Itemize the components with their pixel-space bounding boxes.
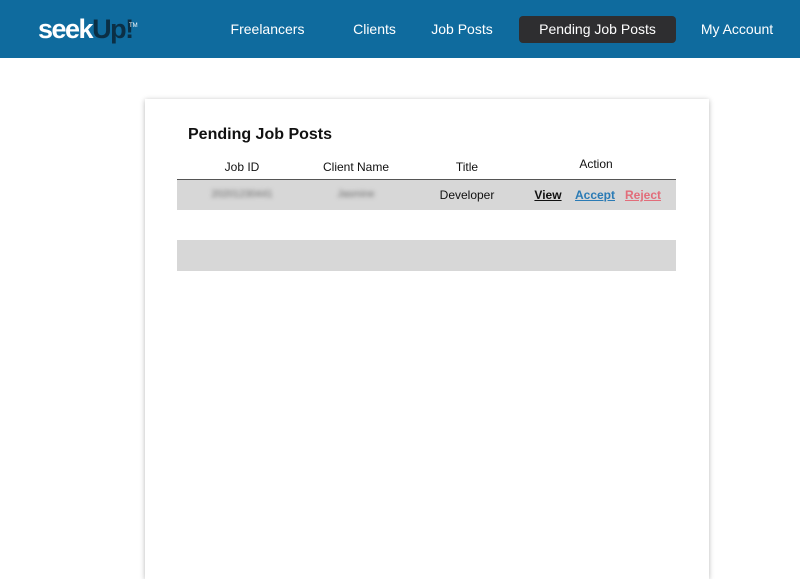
- page-title: Pending Job Posts: [188, 126, 333, 143]
- logo-up-text: Up!: [92, 14, 134, 44]
- column-header-action: Action: [579, 157, 613, 171]
- nav-my-account[interactable]: My Account: [696, 16, 778, 43]
- nav-pending-job-posts[interactable]: Pending Job Posts: [519, 16, 676, 43]
- title-cell: Developer: [439, 188, 495, 202]
- seekup-logo[interactable]: seekUp! TM: [38, 13, 138, 45]
- accept-link[interactable]: Accept: [575, 180, 615, 210]
- client-name-cell: Jasmine: [337, 189, 375, 200]
- nav-job-posts[interactable]: Job Posts: [424, 16, 500, 43]
- column-header-job-id: Job ID: [224, 160, 260, 174]
- pending-job-posts-card: Pending Job Posts Job ID Client Name Tit…: [145, 99, 709, 579]
- nav-clients[interactable]: Clients: [345, 16, 404, 43]
- column-header-title: Title: [455, 160, 479, 174]
- logo-seek-text: seek: [38, 14, 94, 44]
- job-id-cell: 20201230441: [211, 189, 273, 200]
- logo-trademark: TM: [129, 23, 138, 29]
- nav-freelancers[interactable]: Freelancers: [224, 16, 311, 43]
- column-header-client-name: Client Name: [322, 160, 390, 174]
- table-row: 20201230441 Jasmine Developer View Accep…: [177, 180, 676, 210]
- view-link[interactable]: View: [534, 180, 561, 210]
- top-navigation-bar: seekUp! TM Freelancers Clients Job Posts…: [0, 0, 800, 58]
- table-row-empty: [177, 240, 676, 271]
- reject-link[interactable]: Reject: [625, 180, 661, 210]
